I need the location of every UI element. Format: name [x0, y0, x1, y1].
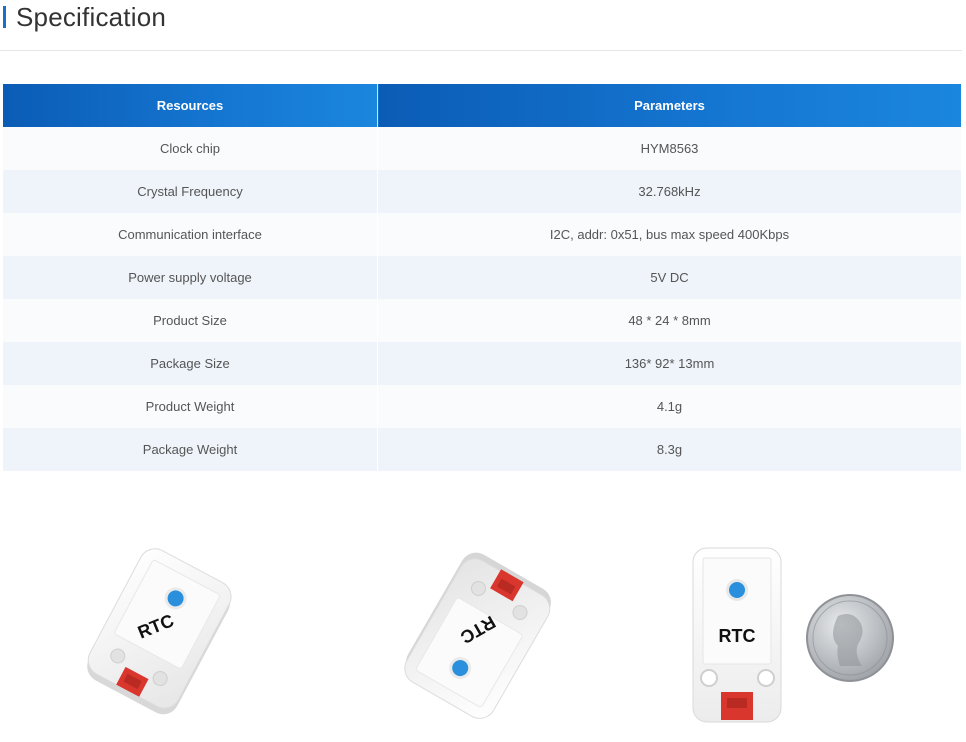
table-cell-parameter: 136* 92* 13mm: [377, 342, 961, 385]
table-cell-parameter: 32.768kHz: [377, 170, 961, 213]
page-title: Specification: [16, 1, 167, 32]
table-row: Package Size 136* 92* 13mm: [3, 342, 961, 385]
table-row: Product Size 48 * 24 * 8mm: [3, 299, 961, 342]
table-row: Communication interface I2C, addr: 0x51,…: [3, 213, 961, 256]
product-photo-with-coin: RTC: [692, 547, 894, 723]
table-row: Power supply voltage 5V DC: [3, 256, 961, 299]
table-row: Product Weight 4.1g: [3, 385, 961, 428]
section-heading: Specification: [0, 0, 166, 34]
table-cell-resource: Communication interface: [3, 213, 378, 256]
table-cell-parameter: 8.3g: [377, 428, 961, 471]
table-row: Package Weight 8.3g: [3, 428, 961, 471]
column-header-resources: Resources: [3, 84, 378, 127]
table-cell-parameter: HYM8563: [377, 127, 961, 170]
button-icon: [729, 582, 745, 598]
heading-divider: [0, 50, 962, 51]
spec-table: Resources Parameters Clock chip HYM8563 …: [3, 84, 961, 471]
table-cell-resource: Package Size: [3, 342, 378, 385]
table-cell-parameter: I2C, addr: 0x51, bus max speed 400Kbps: [377, 213, 961, 256]
product-photo-angled-front: RTC: [87, 548, 232, 715]
table-cell-parameter: 5V DC: [377, 256, 961, 299]
column-header-parameters: Parameters: [377, 84, 961, 127]
table-cell-resource: Clock chip: [3, 127, 378, 170]
table-cell-resource: Product Weight: [3, 385, 378, 428]
table-cell-resource: Product Size: [3, 299, 378, 342]
table-header-row: Resources Parameters: [3, 84, 961, 127]
table-cell-resource: Package Weight: [3, 428, 378, 471]
table-cell-resource: Crystal Frequency: [3, 170, 378, 213]
table-row: Crystal Frequency 32.768kHz: [3, 170, 961, 213]
table-cell-resource: Power supply voltage: [3, 256, 378, 299]
product-photo-angled-back: RTC: [404, 552, 551, 719]
table-row: Clock chip HYM8563: [3, 127, 961, 170]
module-label: RTC: [719, 626, 756, 646]
heading-accent-bar: [3, 6, 6, 28]
table-cell-parameter: 4.1g: [377, 385, 961, 428]
table-cell-parameter: 48 * 24 * 8mm: [377, 299, 961, 342]
